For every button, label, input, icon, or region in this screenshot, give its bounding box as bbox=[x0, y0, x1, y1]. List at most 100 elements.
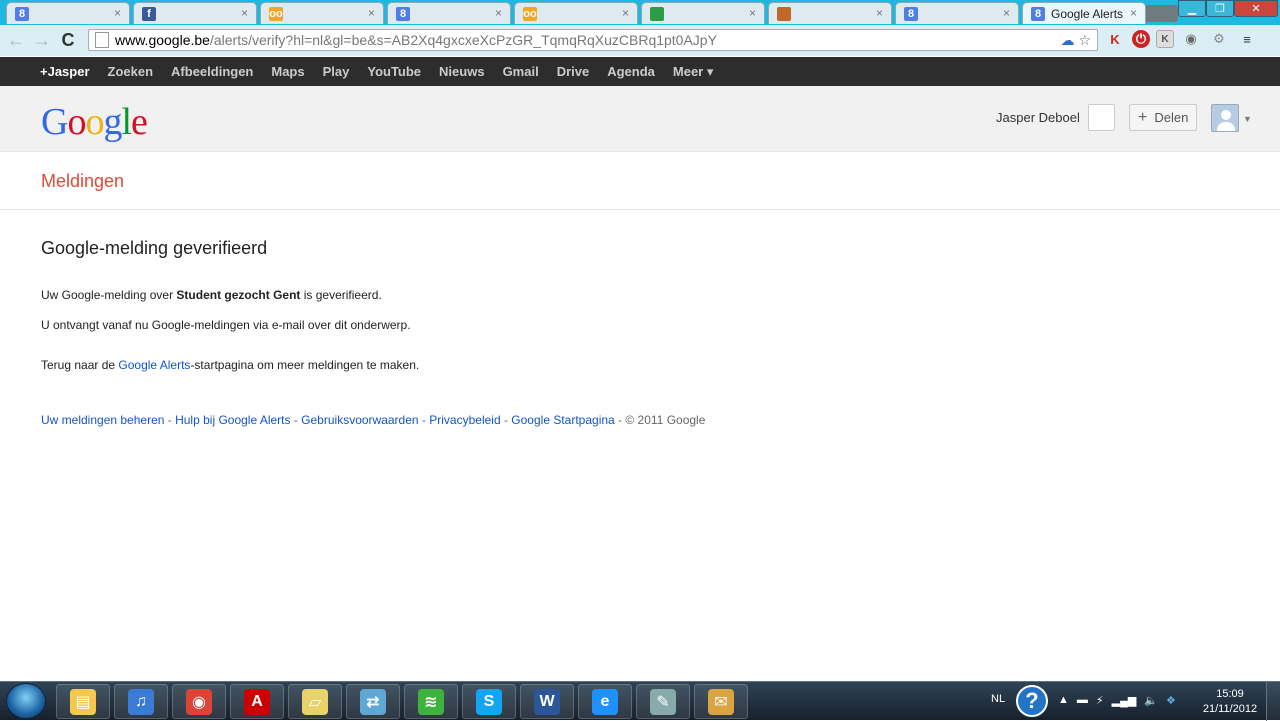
gbar-link[interactable]: +Jasper bbox=[31, 64, 99, 79]
start-button[interactable] bbox=[6, 683, 46, 719]
footer-link[interactable]: Gebruiksvoorwaarden bbox=[301, 413, 418, 427]
power-plug-icon[interactable]: ⚡ bbox=[1096, 694, 1104, 707]
dropbox-icon[interactable]: ❖ bbox=[1166, 694, 1176, 707]
signal-icon[interactable]: ▂▄▆ bbox=[1112, 694, 1137, 707]
taskbar-network-button[interactable]: ⇄ bbox=[346, 684, 400, 719]
taskbar-spotify-button[interactable]: ≋ bbox=[404, 684, 458, 719]
browser-tab[interactable]: × bbox=[768, 2, 892, 24]
avatar[interactable] bbox=[1211, 104, 1239, 132]
url-path: /alerts/verify?hl=nl&gl=be&s=AB2Xq4gxcxe… bbox=[209, 32, 717, 48]
browser-toolbar: ← → C www.google.be/alerts/verify?hl=nl&… bbox=[0, 25, 1280, 56]
browser-tab[interactable]: f × bbox=[133, 2, 257, 24]
language-indicator[interactable]: NL bbox=[991, 693, 1005, 705]
browser-tab[interactable]: 8 Google Alerts × bbox=[1022, 2, 1146, 24]
gbar-link[interactable]: Drive bbox=[548, 64, 599, 79]
new-tab-button[interactable] bbox=[1144, 5, 1178, 22]
extension-k2-icon[interactable]: K bbox=[1156, 30, 1174, 48]
gbar-link[interactable]: Nieuws bbox=[430, 64, 494, 79]
taskbar-explorer-button[interactable]: ▤ bbox=[56, 684, 110, 719]
tab-favicon-icon: f bbox=[142, 6, 156, 21]
browser-tab[interactable]: oo × bbox=[514, 2, 638, 24]
tab-favicon-icon bbox=[777, 6, 791, 21]
browser-tab[interactable]: 8 × bbox=[387, 2, 511, 24]
taskbar-word-button[interactable]: W bbox=[520, 684, 574, 719]
eye-icon[interactable]: ◉ bbox=[1180, 28, 1202, 50]
logo-letter: o bbox=[85, 101, 104, 143]
close-tab-icon[interactable]: × bbox=[1130, 6, 1137, 20]
close-tab-icon[interactable]: × bbox=[114, 6, 121, 20]
section-header: Meldingen bbox=[0, 152, 1280, 210]
browser-tab[interactable]: 8 × bbox=[6, 2, 130, 24]
keyboard-icon[interactable]: ▬ bbox=[1077, 694, 1088, 707]
show-desktop-button[interactable] bbox=[1266, 682, 1280, 721]
close-tab-icon[interactable]: × bbox=[368, 6, 375, 20]
share-label: Delen bbox=[1154, 110, 1189, 125]
notifications-button[interactable] bbox=[1088, 104, 1115, 131]
google-alerts-link[interactable]: Google Alerts bbox=[118, 358, 190, 372]
browser-tab[interactable]: 8 × bbox=[895, 2, 1019, 24]
chrome-icon: ◉ bbox=[186, 688, 212, 715]
puzzle-icon[interactable]: ⚙ bbox=[1208, 28, 1230, 50]
help-icon[interactable]: ? bbox=[1016, 685, 1048, 717]
bookmark-star-icon[interactable]: ☆ bbox=[1078, 32, 1091, 49]
footer-link[interactable]: Privacybeleid bbox=[429, 413, 500, 427]
footer-link[interactable]: Google Startpagina bbox=[511, 413, 614, 427]
taskbar-notes-button[interactable]: ▱ bbox=[288, 684, 342, 719]
taskbar-acrobat-button[interactable]: A bbox=[230, 684, 284, 719]
footer-link[interactable]: Hulp bij Google Alerts bbox=[175, 413, 290, 427]
close-tab-icon[interactable]: × bbox=[495, 6, 502, 20]
tab-strip: ▁ ❐ ✕ 8 × f × oo × 8 × oo × × × 8 × 8 Google Alerts × bbox=[0, 0, 1280, 25]
close-tab-icon[interactable]: × bbox=[241, 6, 248, 20]
clock-date: 21/11/2012 bbox=[1202, 703, 1258, 715]
outlook-icon: ✉ bbox=[708, 688, 734, 715]
browser-tab[interactable]: × bbox=[641, 2, 765, 24]
taskbar-itunes-button[interactable]: ♫ bbox=[114, 684, 168, 719]
extension-icon[interactable]: ☁ bbox=[1060, 32, 1074, 49]
tab-favicon-icon: 8 bbox=[1031, 6, 1045, 21]
paint-icon: ✎ bbox=[650, 688, 676, 715]
reload-button[interactable]: C bbox=[55, 28, 81, 54]
minimize-button[interactable]: ▁ bbox=[1178, 0, 1206, 17]
spotify-icon: ≋ bbox=[418, 688, 444, 715]
volume-icon[interactable]: 🔈 bbox=[1144, 694, 1158, 707]
browser-tab[interactable]: oo × bbox=[260, 2, 384, 24]
close-window-button[interactable]: ✕ bbox=[1234, 0, 1278, 17]
gbar-link[interactable]: Maps bbox=[262, 64, 313, 79]
clock[interactable]: 15:09 21/11/2012 bbox=[1200, 687, 1260, 717]
share-button[interactable]: + Delen bbox=[1129, 104, 1197, 131]
url-host: www.google.be bbox=[115, 32, 210, 48]
taskbar-skype-button[interactable]: S bbox=[462, 684, 516, 719]
taskbar-internet-explorer-button[interactable]: e bbox=[578, 684, 632, 719]
page-title: Google-melding geverifieerd bbox=[41, 238, 268, 258]
taskbar-paint-button[interactable]: ✎ bbox=[636, 684, 690, 719]
tab-favicon-icon bbox=[650, 6, 664, 21]
maximize-button[interactable]: ❐ bbox=[1206, 0, 1234, 17]
logo-letter: G bbox=[41, 101, 68, 143]
gbar-link[interactable]: Gmail bbox=[494, 64, 548, 79]
chevron-down-icon[interactable]: ▼ bbox=[1243, 114, 1252, 124]
menu-icon[interactable]: ≡ bbox=[1236, 28, 1258, 50]
footer-link[interactable]: Uw meldingen beheren bbox=[41, 413, 164, 427]
gbar-link[interactable]: Meer ▾ bbox=[664, 64, 723, 80]
gbar-link[interactable]: Agenda bbox=[598, 64, 664, 79]
notes-icon: ▱ bbox=[302, 688, 328, 715]
google-logo[interactable]: Google bbox=[41, 100, 148, 144]
chevron-up-icon[interactable]: ▲ bbox=[1058, 694, 1069, 707]
power-icon[interactable]: ⏻ bbox=[1132, 30, 1150, 48]
extension-k-icon[interactable]: K bbox=[1104, 28, 1126, 50]
gbar-link[interactable]: Afbeeldingen bbox=[162, 64, 262, 79]
close-tab-icon[interactable]: × bbox=[622, 6, 629, 20]
taskbar-chrome-button[interactable]: ◉ bbox=[172, 684, 226, 719]
address-bar[interactable]: www.google.be/alerts/verify?hl=nl&gl=be&… bbox=[88, 29, 1098, 51]
user-name[interactable]: Jasper Deboel bbox=[996, 110, 1080, 125]
close-tab-icon[interactable]: × bbox=[1003, 6, 1010, 20]
taskbar-outlook-button[interactable]: ✉ bbox=[694, 684, 748, 719]
back-button[interactable]: ← bbox=[3, 28, 29, 54]
forward-button[interactable]: → bbox=[29, 28, 55, 54]
network-icon: ⇄ bbox=[360, 688, 386, 715]
close-tab-icon[interactable]: × bbox=[876, 6, 883, 20]
gbar-link[interactable]: Play bbox=[314, 64, 359, 79]
close-tab-icon[interactable]: × bbox=[749, 6, 756, 20]
gbar-link[interactable]: YouTube bbox=[358, 64, 430, 79]
gbar-link[interactable]: Zoeken bbox=[99, 64, 163, 79]
